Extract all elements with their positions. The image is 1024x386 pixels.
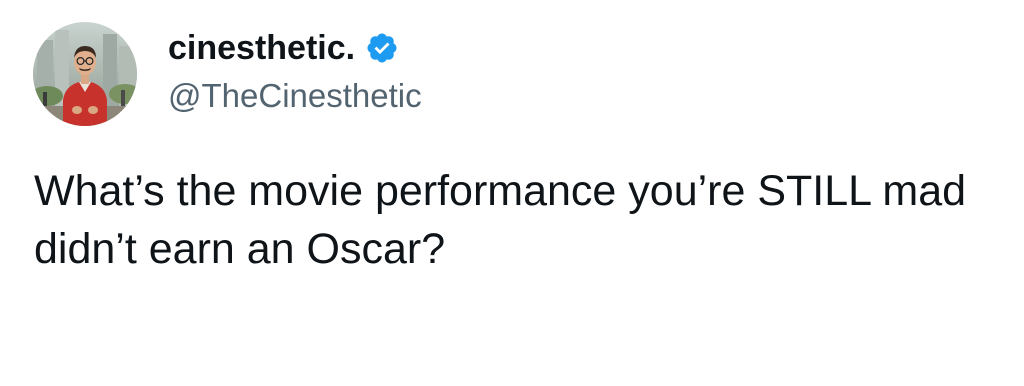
author-name-row: cinesthetic. (168, 28, 399, 68)
tweet-text: What’s the movie performance you’re STIL… (34, 167, 967, 273)
author-handle[interactable]: @TheCinesthetic (168, 76, 422, 116)
verified-badge-icon (367, 33, 397, 63)
avatar-image (33, 22, 137, 126)
display-name[interactable]: cinesthetic. (168, 28, 355, 68)
avatar[interactable] (33, 22, 137, 126)
tweet-card: cinesthetic. @TheCinesthetic What’s the … (0, 0, 1024, 386)
